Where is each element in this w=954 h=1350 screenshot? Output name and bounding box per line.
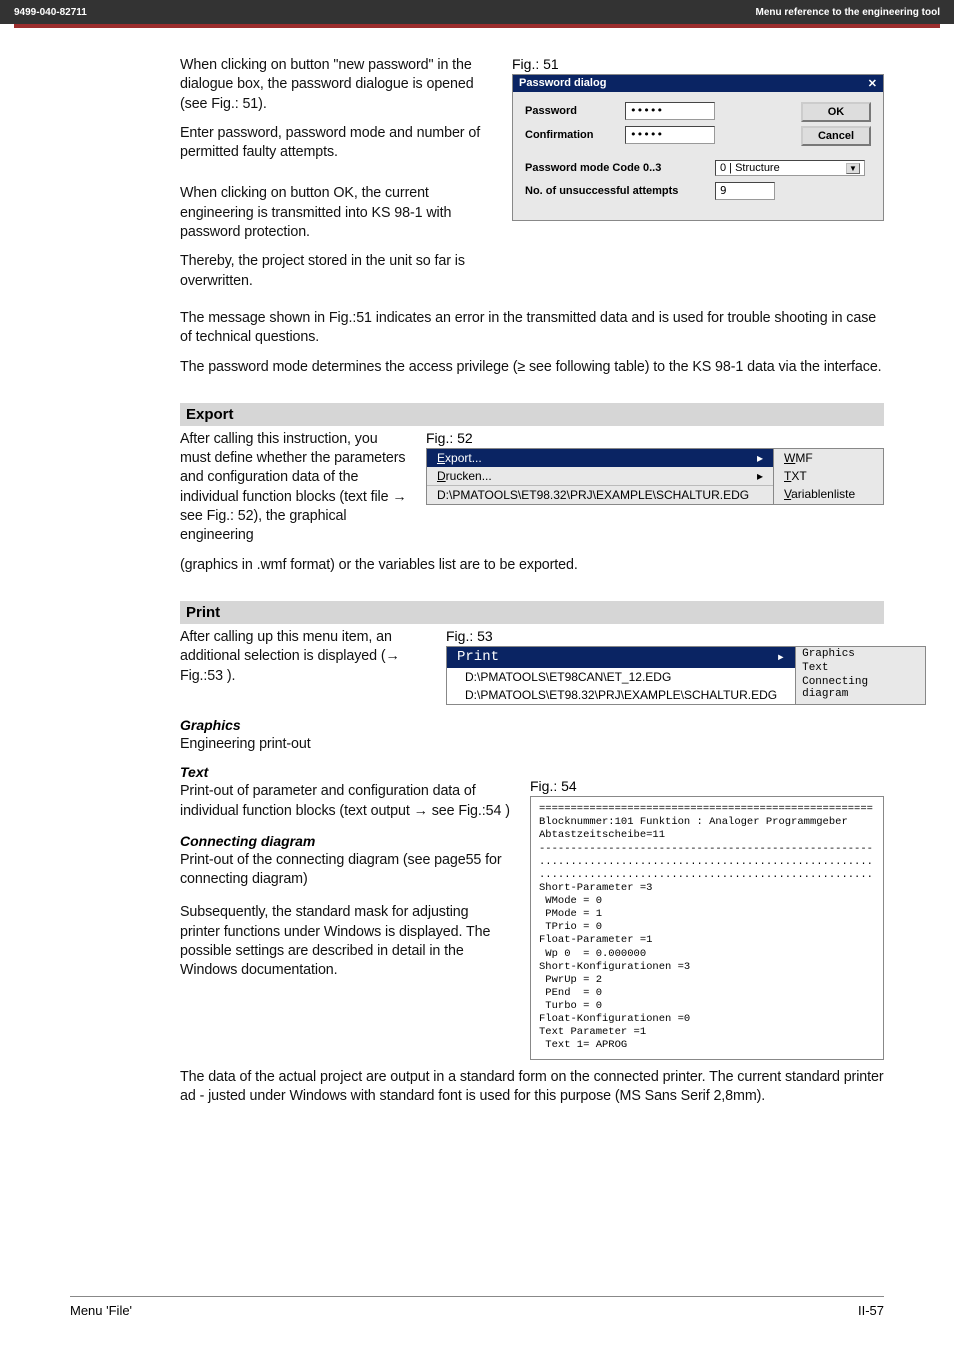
text-heading: Text <box>180 764 510 780</box>
mode-combo[interactable]: 0 | Structure ▼ <box>715 160 865 176</box>
dialog-title-text: Password dialog <box>519 77 606 90</box>
fig54-label: Fig.: 54 <box>530 778 884 794</box>
intro-p6: The password mode determines the access … <box>180 358 884 377</box>
chevron-right-icon: ▸ <box>757 451 763 465</box>
connecting-text: Print-out of the connecting diagram (see… <box>180 851 510 890</box>
intro-p3: When clicking on button OK, the current … <box>180 184 494 242</box>
ok-button[interactable]: OK <box>801 102 871 122</box>
menu-item-print[interactable]: Print▸ <box>447 647 795 668</box>
fig51-label: Fig.: 51 <box>512 56 884 72</box>
print-path-2[interactable]: D:\PMATOOLS\ET98.32\PRJ\EXAMPLE\SCHALTUR… <box>447 686 795 704</box>
print-text: After calling up this menu item, an addi… <box>180 628 430 686</box>
header-title: Menu reference to the engineering tool <box>756 7 940 18</box>
chevron-right-icon: ▸ <box>777 649 785 666</box>
export-text: After calling this instruction, you must… <box>180 430 410 546</box>
intro-p5: The message shown in Fig.:51 indicates a… <box>180 309 884 348</box>
password-label: Password <box>525 105 625 117</box>
graphics-text: Engineering print-out <box>180 735 884 754</box>
intro-p1: When clicking on button "new password" i… <box>180 56 494 114</box>
connecting-after: Subsequently, the standard mask for adju… <box>180 903 510 980</box>
dialog-titlebar: Password dialog ✕ <box>513 75 883 92</box>
accent-line <box>14 24 940 28</box>
fig53-label: Fig.: 53 <box>446 628 926 644</box>
submenu-graphics[interactable]: Graphics <box>796 647 925 661</box>
footer-right: II-57 <box>858 1303 884 1318</box>
header-bar: 9499-040-82711 Menu reference to the eng… <box>0 0 954 24</box>
menu-recent-path[interactable]: D:\PMATOOLS\ET98.32\PRJ\EXAMPLE\SCHALTUR… <box>427 485 773 504</box>
text-body: Print-out of parameter and configuration… <box>180 782 510 821</box>
menu-item-export[interactable]: EExport...xport...▸ <box>427 449 773 467</box>
submenu-text[interactable]: Text <box>796 661 925 675</box>
connecting-heading: Connecting diagram <box>180 833 510 849</box>
export-menu: EExport...xport...▸ Drucken...▸ D:\PMATO… <box>426 448 884 505</box>
closing-text: The data of the actual project are outpu… <box>180 1068 884 1107</box>
confirmation-label: Confirmation <box>525 129 625 141</box>
submenu-variablenliste[interactable]: Variablenliste <box>774 485 883 503</box>
confirmation-input[interactable]: ••••• <box>625 126 715 144</box>
export-after: (graphics in .wmf format) or the variabl… <box>180 556 884 575</box>
attempts-input[interactable]: 9 <box>715 182 775 200</box>
print-path-1[interactable]: D:\PMATOOLS\ET98CAN\ET_12.EDG <box>447 668 795 686</box>
mode-label: Password mode Code 0..3 <box>525 162 715 174</box>
print-menu: Print▸ D:\PMATOOLS\ET98CAN\ET_12.EDG D:\… <box>446 646 926 705</box>
close-icon[interactable]: ✕ <box>868 77 877 90</box>
chevron-right-icon: ▸ <box>757 469 763 483</box>
export-heading: Export <box>180 403 884 426</box>
menu-item-drucken[interactable]: Drucken...▸ <box>427 467 773 485</box>
intro-p2: Enter password, password mode and number… <box>180 124 494 163</box>
header-code: 9499-040-82711 <box>14 7 87 18</box>
footer-left: Menu 'File' <box>70 1303 132 1318</box>
cancel-button[interactable]: Cancel <box>801 126 871 146</box>
submenu-txt[interactable]: TXT <box>774 467 883 485</box>
chevron-down-icon[interactable]: ▼ <box>846 163 860 174</box>
footer: Menu 'File' II-57 <box>70 1296 884 1318</box>
graphics-heading: Graphics <box>180 717 884 733</box>
mode-value: 0 | Structure <box>720 162 780 174</box>
intro-p4: Thereby, the project stored in the unit … <box>180 252 494 291</box>
submenu-wmf[interactable]: WMF <box>774 449 883 467</box>
print-submenu: Graphics Text Connecting diagram <box>795 647 925 704</box>
fig52-label: Fig.: 52 <box>426 430 884 446</box>
submenu-connecting[interactable]: Connecting diagram <box>796 675 925 701</box>
attempts-label: No. of unsuccessful attempts <box>525 185 715 197</box>
password-input[interactable]: ••••• <box>625 102 715 120</box>
print-heading: Print <box>180 601 884 624</box>
fig54-code: ========================================… <box>530 796 884 1059</box>
export-submenu: WMF TXT Variablenliste <box>773 449 883 504</box>
password-dialog: Password dialog ✕ Password ••••• Confirm… <box>512 74 884 221</box>
